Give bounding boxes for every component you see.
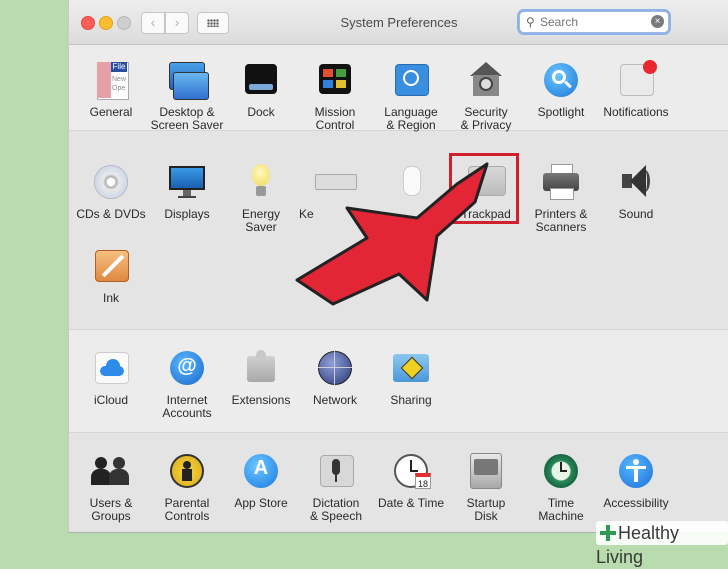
pane-extensions[interactable]: Extensions <box>221 348 301 407</box>
pane-label: Accessibility <box>603 496 669 510</box>
pane-parental-controls[interactable]: Parental Controls <box>147 451 227 523</box>
puzzle-icon <box>241 348 281 388</box>
display-icon <box>167 162 207 202</box>
pane-sound[interactable]: Sound <box>596 162 676 221</box>
grid-icon <box>207 19 219 27</box>
desktop-icon <box>167 60 209 100</box>
title-bar: ‹ › System Preferences ⚲ × <box>69 0 728 45</box>
pane-ink[interactable]: Ink <box>71 246 151 305</box>
pane-label: App Store <box>234 496 288 510</box>
pane-displays[interactable]: Displays <box>147 162 227 221</box>
app-store-icon: A <box>241 451 281 491</box>
pane-network[interactable]: Network <box>295 348 375 407</box>
speaker-icon <box>616 162 656 202</box>
users-icon <box>91 451 131 491</box>
pane-label: Users & Groups <box>89 496 133 523</box>
sharing-folder-icon <box>391 348 431 388</box>
pane-spotlight[interactable]: Spotlight <box>521 60 601 119</box>
microphone-icon <box>316 451 356 491</box>
pane-notifications[interactable]: Notifications <box>596 60 676 119</box>
ink-pen-icon <box>91 246 131 286</box>
window-title: System Preferences <box>340 15 458 30</box>
pane-users-groups[interactable]: Users & Groups <box>71 451 151 523</box>
search-icon: ⚲ <box>526 15 535 29</box>
clock-calendar-icon: 18 <box>391 451 431 491</box>
time-machine-icon <box>541 451 581 491</box>
chevron-left-icon: ‹ <box>150 14 156 30</box>
pane-label: Security & Privacy <box>460 105 512 132</box>
show-all-button[interactable] <box>197 12 229 34</box>
pane-label: Time Machine <box>538 496 584 523</box>
cloud-icon <box>91 348 131 388</box>
pane-label: iCloud <box>93 393 129 407</box>
pane-label: Internet Accounts <box>162 393 212 420</box>
pane-label: CDs & DVDs <box>76 207 146 221</box>
pane-label: Sharing <box>390 393 432 407</box>
pane-label: Desktop & Screen Saver <box>150 105 224 132</box>
plus-leaf-icon <box>600 525 616 541</box>
notifications-icon <box>616 60 657 100</box>
pane-cds-dvds[interactable]: CDs & DVDs <box>71 162 151 221</box>
close-window-button[interactable] <box>81 16 95 30</box>
pane-accessibility[interactable]: Accessibility <box>596 451 676 510</box>
pane-app-store[interactable]: A App Store <box>221 451 301 510</box>
search-box[interactable]: ⚲ × <box>519 11 669 33</box>
pane-dock[interactable]: Dock <box>221 60 301 119</box>
globe-flag-icon <box>391 60 431 100</box>
search-input[interactable] <box>540 13 650 30</box>
accessibility-icon <box>616 451 656 491</box>
pane-mission-control[interactable]: Mission Control <box>295 60 375 132</box>
pane-label: Dock <box>247 105 275 119</box>
disc-icon <box>91 162 131 202</box>
pane-label: Notifications <box>603 105 669 119</box>
pane-label: Ink <box>102 291 119 305</box>
pane-icloud[interactable]: iCloud <box>71 348 151 407</box>
pane-label: Parental Controls <box>164 496 210 523</box>
security-house-icon <box>466 60 506 100</box>
back-button[interactable]: ‹ <box>141 12 165 34</box>
healthy-living-watermark: Healthy Living <box>596 521 728 567</box>
at-sign-icon: @ <box>167 348 207 388</box>
pane-internet-accounts[interactable]: @ Internet Accounts <box>147 348 227 420</box>
pane-general[interactable]: File New Ope General <box>71 60 151 119</box>
chevron-right-icon: › <box>174 14 180 30</box>
pane-label: Startup Disk <box>466 496 506 523</box>
clear-search-icon[interactable]: × <box>651 15 664 28</box>
network-globe-icon <box>315 348 355 388</box>
parental-icon <box>167 451 207 491</box>
forward-button[interactable]: › <box>165 12 189 34</box>
pane-label: Displays <box>164 207 210 221</box>
pane-desktop-screen-saver[interactable]: Desktop & Screen Saver <box>147 60 227 132</box>
pane-sharing[interactable]: Sharing <box>371 348 451 407</box>
mission-control-icon <box>315 60 355 100</box>
pane-dictation-speech[interactable]: Dictation & Speech <box>296 451 376 523</box>
spotlight-icon <box>541 60 581 100</box>
pane-label: Network <box>312 393 357 407</box>
pane-label: General <box>89 105 133 119</box>
red-arrow-annotation <box>295 162 489 306</box>
printer-icon <box>541 162 581 202</box>
pane-label: Mission Control <box>314 105 356 132</box>
pane-language-region[interactable]: Language & Region <box>371 60 451 132</box>
pane-security-privacy[interactable]: Security & Privacy <box>446 60 526 132</box>
pane-label: Spotlight <box>537 105 585 119</box>
pane-date-time[interactable]: 18 Date & Time <box>371 451 451 510</box>
zoom-window-button[interactable] <box>117 16 131 30</box>
pane-label: Extensions <box>231 393 291 407</box>
pane-label: Dictation & Speech <box>309 496 363 523</box>
pane-label: Language & Region <box>384 105 438 132</box>
pane-label: Date & Time <box>377 496 445 510</box>
pane-label: Sound <box>618 207 654 221</box>
hard-disk-icon <box>466 451 506 491</box>
pane-startup-disk[interactable]: Startup Disk <box>446 451 526 523</box>
pane-time-machine[interactable]: Time Machine <box>521 451 601 523</box>
general-icon: File New Ope <box>91 60 131 100</box>
system-preferences-window: ‹ › System Preferences ⚲ × File New Ope … <box>68 0 728 533</box>
dock-icon <box>241 60 281 100</box>
minimize-window-button[interactable] <box>99 16 113 30</box>
